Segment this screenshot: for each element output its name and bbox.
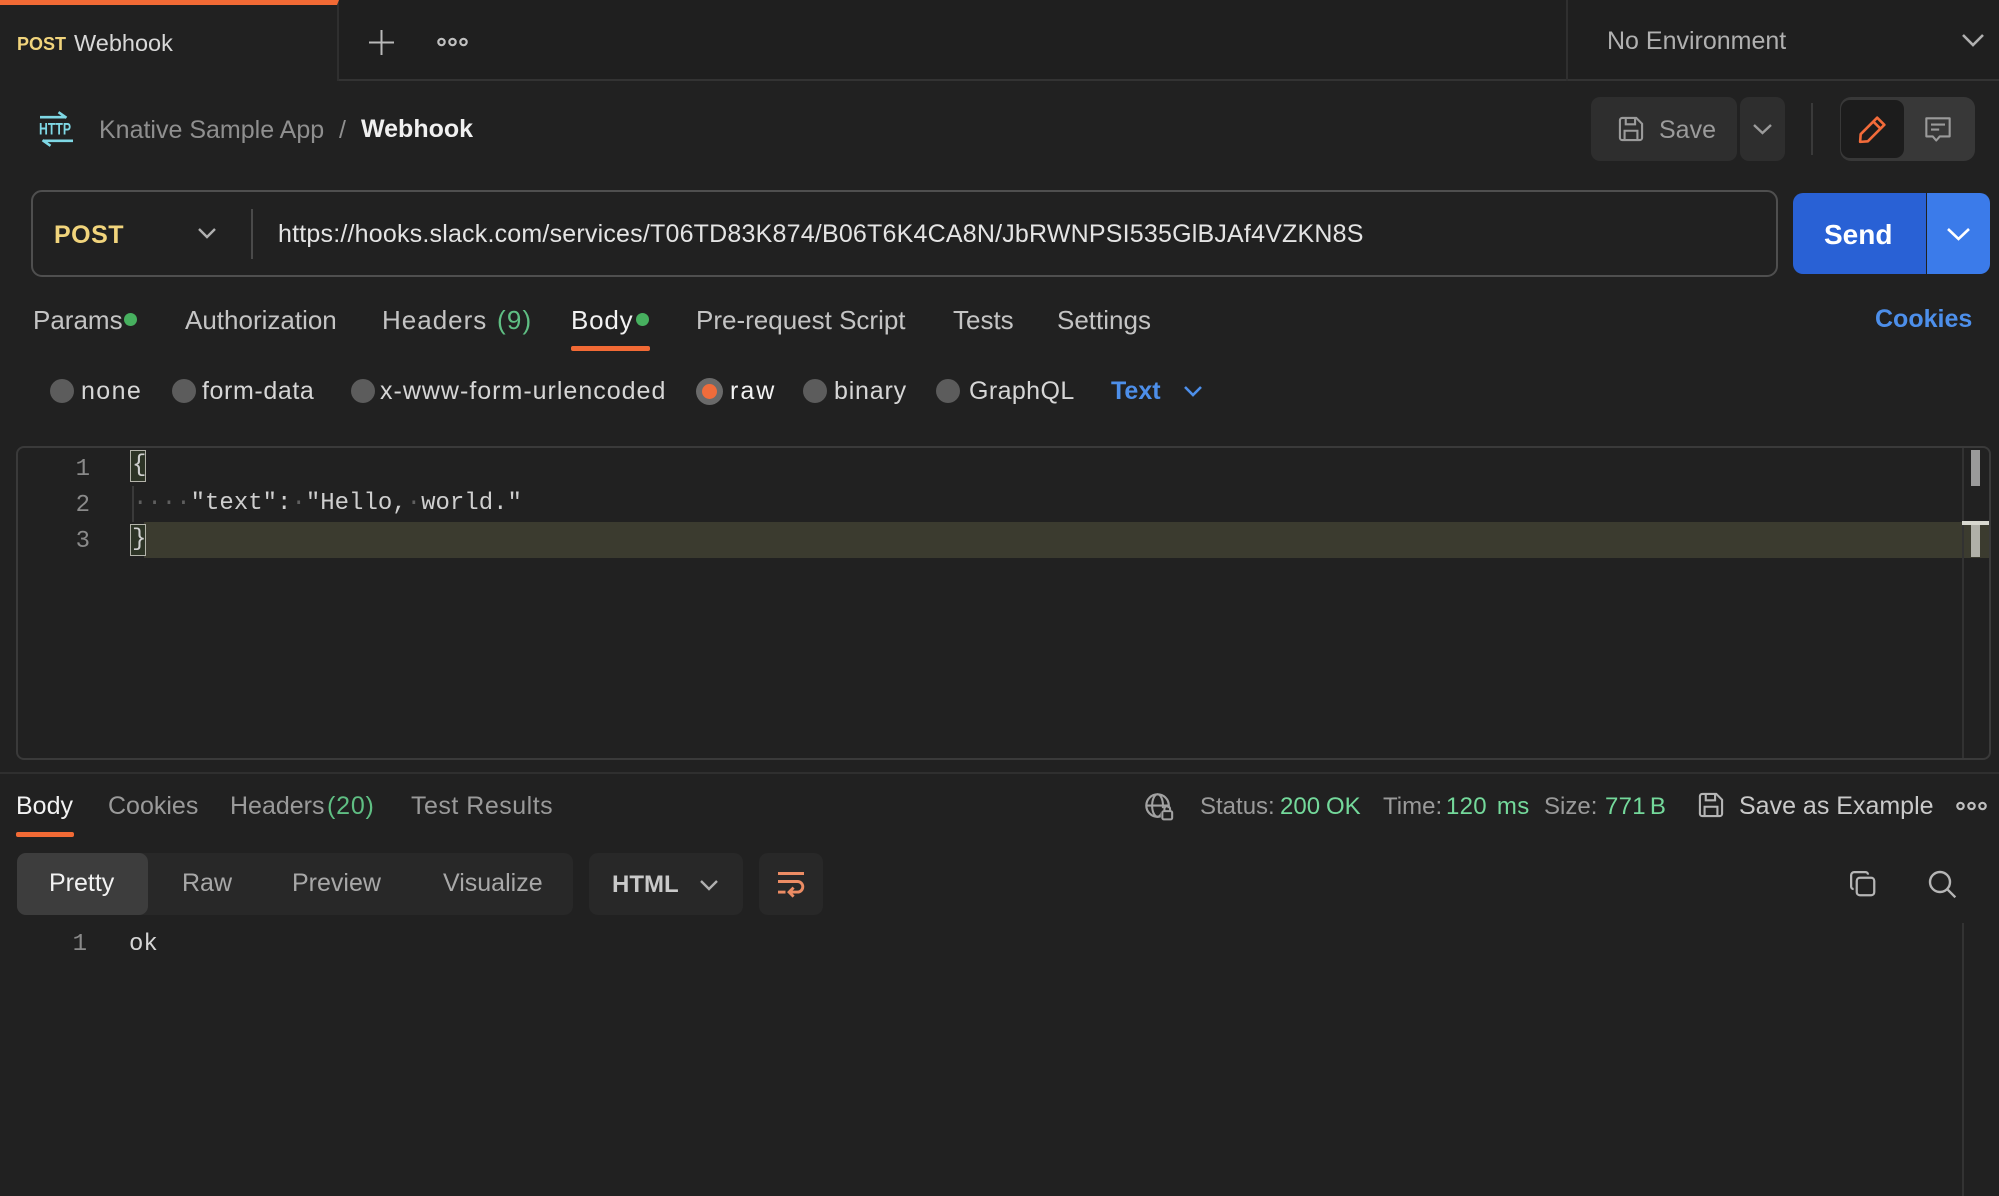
svg-text:HTTP: HTTP [39,121,71,139]
